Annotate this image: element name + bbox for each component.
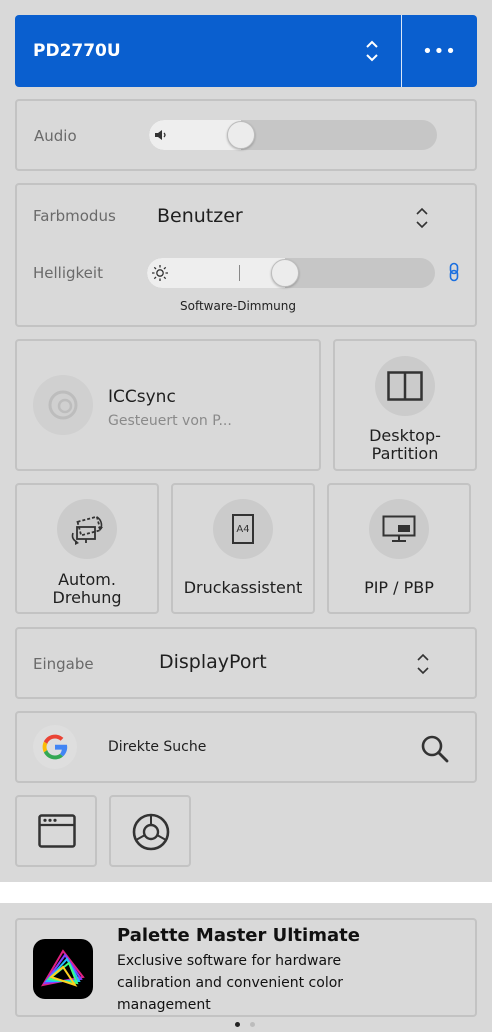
more-icon: •••: [422, 40, 457, 62]
audio-slider[interactable]: [149, 120, 437, 150]
desktop-partition-tile[interactable]: Desktop- Partition: [333, 339, 477, 471]
monitor-pip-icon: [382, 515, 416, 542]
search-icon[interactable]: [419, 733, 451, 765]
pip-pbp-icon-bg: [369, 499, 429, 559]
desktop-partition-label-line1: Desktop-: [369, 426, 441, 445]
google-icon: [42, 734, 68, 760]
input-selector[interactable]: DisplayPort: [149, 643, 439, 683]
app-window-icon: [38, 814, 76, 848]
pip-pbp-label: PIP / PBP: [364, 578, 434, 597]
input-card: Eingabe DisplayPort: [15, 627, 477, 699]
auto-rotate-label-line2: Drehung: [52, 588, 122, 607]
app-window-button[interactable]: [15, 795, 97, 867]
more-options-button[interactable]: •••: [402, 15, 477, 87]
color-wheel-icon: [132, 813, 170, 851]
iccsync-title: ICCsync: [108, 387, 176, 407]
iccsync-card[interactable]: ICCsync Gesteuert von P...: [15, 339, 321, 471]
direct-search-label: Direkte Suche: [108, 739, 207, 755]
monitor-selector-bar: PD2770U •••: [15, 15, 477, 87]
pip-pbp-tile[interactable]: PIP / PBP: [327, 483, 471, 614]
chevron-updown-icon: [416, 207, 428, 229]
page-indicator-dot-active[interactable]: [235, 1022, 240, 1027]
split-screen-icon: [387, 371, 423, 401]
desktop-partition-icon-bg: [375, 356, 435, 416]
auto-rotate-tile[interactable]: Autom. Drehung: [15, 483, 159, 614]
palette-master-title: Palette Master Ultimate: [117, 925, 360, 946]
rotate-icon: [71, 515, 103, 545]
palette-master-icon: [41, 949, 85, 987]
chevron-updown-icon: [417, 653, 429, 675]
direct-search-card[interactable]: Direkte Suche: [15, 711, 477, 783]
software-dimming-marker: [239, 265, 240, 281]
input-label: Eingabe: [33, 655, 94, 673]
link-icon[interactable]: [449, 262, 459, 282]
audio-label: Audio: [34, 127, 77, 145]
auto-rotate-label: Autom. Drehung: [17, 571, 157, 607]
google-logo: [33, 725, 77, 769]
brightness-slider-knob[interactable]: [271, 259, 299, 287]
palette-master-desc-line3: management: [117, 997, 211, 1013]
brightness-label: Helligkeit: [33, 264, 103, 282]
auto-rotate-label-line1: Autom.: [58, 570, 116, 589]
palette-master-logo: [33, 939, 93, 999]
software-dimming-caption: Software-Dimmung: [180, 299, 297, 313]
monitor-selector[interactable]: PD2770U: [15, 15, 401, 87]
chevron-updown-icon: [366, 40, 378, 62]
sync-icon: [48, 390, 78, 420]
input-value: DisplayPort: [159, 651, 267, 673]
speaker-icon: [155, 130, 166, 140]
header-divider: [401, 15, 402, 87]
color-mode-value: Benutzer: [157, 205, 243, 227]
color-wheel-button[interactable]: [109, 795, 191, 867]
sun-icon: [152, 265, 168, 281]
palette-master-desc-line1: Exclusive software for hardware: [117, 953, 342, 969]
color-mode-label: Farbmodus: [33, 207, 116, 225]
auto-rotate-icon-bg: [57, 499, 117, 559]
color-mode-selector[interactable]: Benutzer: [147, 197, 437, 237]
palette-master-card[interactable]: Palette Master Ultimate Exclusive softwa…: [15, 918, 477, 1017]
palette-master-desc-line2: calibration and convenient color: [117, 975, 344, 991]
audio-card: Audio: [15, 99, 477, 171]
iccsync-subtitle: Gesteuert von P...: [108, 413, 232, 429]
print-assistant-label: Druckassistent: [183, 578, 303, 597]
print-assistant-icon-bg: A4: [213, 499, 273, 559]
monitor-name: PD2770U: [33, 41, 121, 61]
page-indicator-dot[interactable]: [250, 1022, 255, 1027]
desktop-partition-label: Desktop- Partition: [335, 427, 475, 463]
display-settings-card: Farbmodus Benutzer Helligkeit Software-D…: [15, 183, 477, 327]
audio-slider-knob[interactable]: [227, 121, 255, 149]
desktop-partition-label-line2: Partition: [371, 444, 439, 463]
iccsync-icon: [33, 375, 93, 435]
a4-page-icon: A4: [232, 514, 254, 544]
print-assistant-tile[interactable]: A4 Druckassistent: [171, 483, 315, 614]
